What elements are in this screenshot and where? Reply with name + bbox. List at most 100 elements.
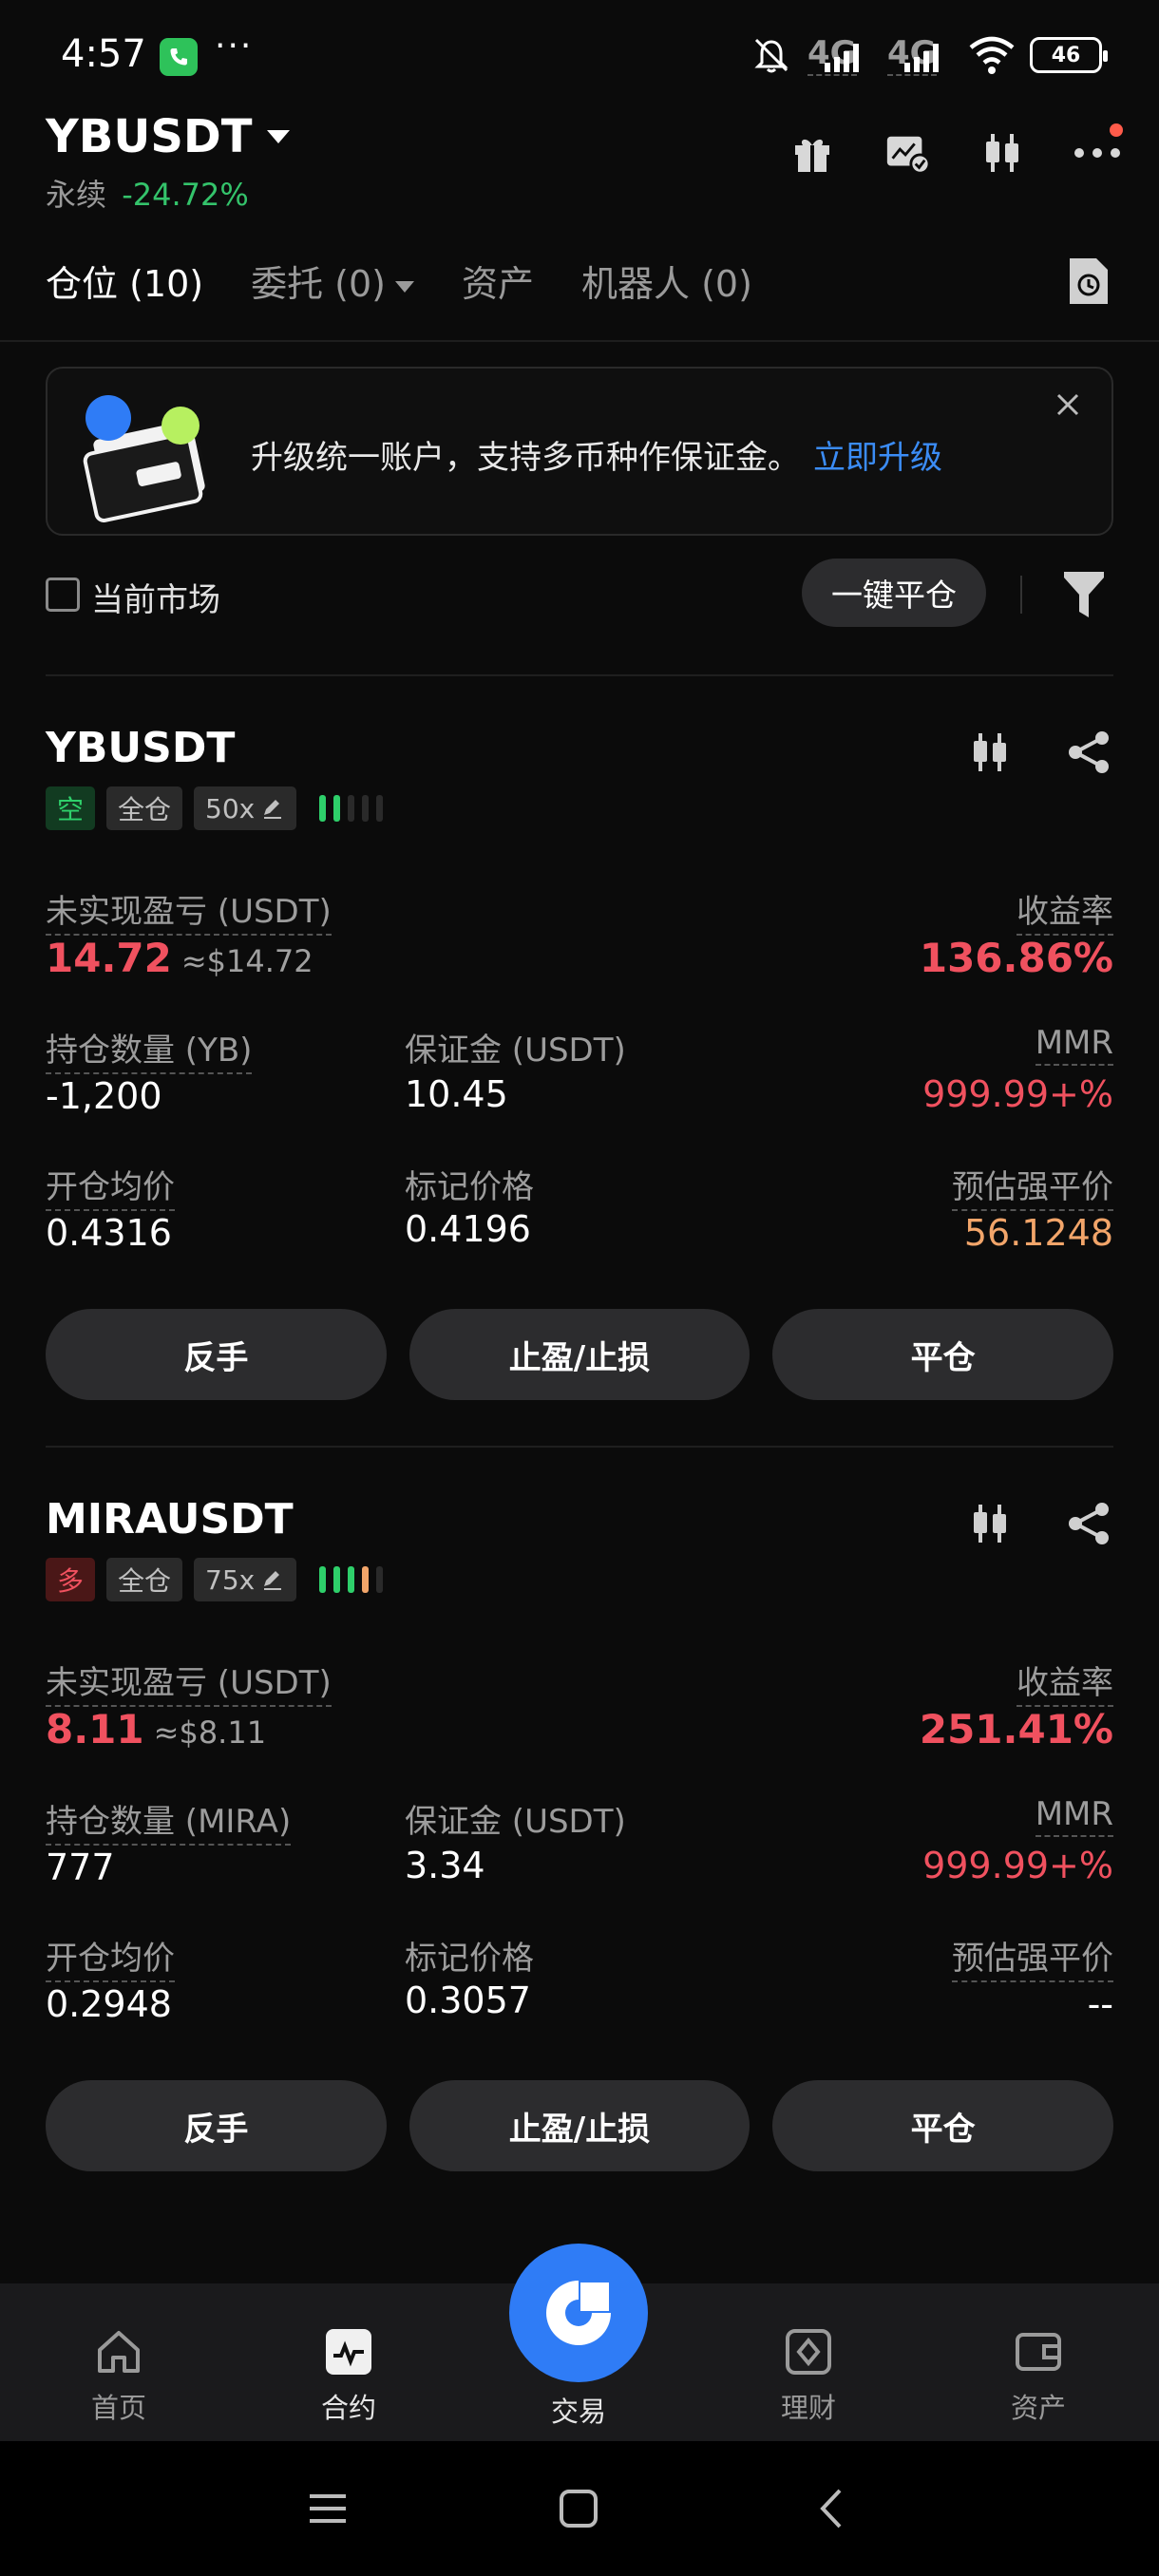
divider <box>46 674 1113 676</box>
mark-price-value: 0.3057 <box>405 1979 531 2021</box>
home-square-icon[interactable] <box>555 2485 602 2532</box>
leverage-value: 75x <box>205 1563 256 1596</box>
wallet-icon <box>1016 2333 1061 2371</box>
quantity-label: 持仓数量 (MIRA) <box>46 1795 292 1846</box>
history-doc-icon[interactable] <box>1066 255 1113 308</box>
position-symbol[interactable]: MIRAUSDT <box>46 1495 294 1544</box>
mmr-value: 999.99+% <box>922 1845 1113 1886</box>
tp-sl-button[interactable]: 止盈/止损 <box>408 2080 750 2171</box>
mark-price-label: 标记价格 <box>405 1940 534 1978</box>
current-market-checkbox[interactable] <box>46 578 80 612</box>
earn-icon <box>786 2329 831 2375</box>
risk-level-indicator <box>319 1566 384 1593</box>
pnl-value: 14.72 <box>46 935 172 981</box>
more-icon[interactable] <box>1074 123 1123 177</box>
wifi-icon <box>967 34 1016 76</box>
margin-label: 保证金 (USDT) <box>405 1803 626 1841</box>
chevron-down-icon <box>267 130 291 143</box>
nav-futures[interactable]: 合约 <box>287 2327 410 2426</box>
symbol-selector[interactable]: YBUSDT <box>46 110 291 163</box>
pnl-usd: ≈$14.72 <box>180 943 314 979</box>
reverse-button[interactable]: 反手 <box>46 2080 387 2171</box>
position-tabs: 仓位 (10) 委托 (0) 资产 机器人 (0) <box>46 255 752 307</box>
roe-label: 收益率 <box>1016 885 1113 936</box>
divider <box>46 1446 1113 1448</box>
mark-price-label: 标记价格 <box>405 1168 534 1206</box>
chevron-down-icon <box>395 280 415 293</box>
quantity-label: 持仓数量 (YB) <box>46 1024 253 1074</box>
tab-orders[interactable]: 委托 (0) <box>251 255 415 307</box>
margin-value: 10.45 <box>405 1073 508 1115</box>
mark-price-value: 0.4196 <box>405 1208 531 1250</box>
roe-value: 251.41% <box>919 1706 1113 1752</box>
upgrade-banner[interactable]: 升级统一账户，支持多币种作保证金。 立即升级 <box>46 367 1113 536</box>
position-symbol[interactable]: YBUSDT <box>46 724 235 772</box>
trade-fab-button[interactable] <box>509 2244 648 2382</box>
status-more-dots: ··· <box>215 27 254 66</box>
share-icon[interactable] <box>1066 1501 1113 1548</box>
nav-label: 合约 <box>320 2392 376 2424</box>
margin-value: 3.34 <box>405 1845 485 1886</box>
close-position-button[interactable]: 平仓 <box>772 1309 1114 1400</box>
banner-text: 升级统一账户，支持多币种作保证金。 <box>251 439 800 477</box>
filter-icon[interactable] <box>1062 570 1110 619</box>
pnl-label: 未实现盈亏 (USDT) <box>46 885 332 936</box>
leverage-value: 50x <box>205 792 256 824</box>
position-card: YBUSDT 空 全仓 50x 未实现盈亏 (USDT) 14.72 ≈$14.7… <box>46 724 1114 1408</box>
status-time: 4:57 <box>61 32 146 76</box>
liq-price-value: -- <box>1087 1983 1113 2025</box>
symbol-title: YBUSDT <box>46 110 253 163</box>
mute-icon <box>749 34 794 76</box>
divider <box>0 340 1159 342</box>
phone-call-icon <box>160 38 198 76</box>
side-badge: 空 <box>46 786 96 830</box>
nav-label: 资产 <box>1010 2392 1066 2424</box>
current-market-label: 当前市场 <box>91 581 220 619</box>
candlestick-icon[interactable] <box>978 129 1026 177</box>
nav-earn[interactable]: 理财 <box>747 2327 870 2426</box>
pnl-value: 8.11 <box>46 1706 144 1752</box>
signal-icon: 4G <box>887 34 954 76</box>
menu-icon[interactable] <box>304 2485 352 2532</box>
close-icon[interactable] <box>1051 388 1085 422</box>
nav-label: 理财 <box>780 2392 836 2424</box>
leverage-button[interactable]: 50x <box>194 786 297 830</box>
status-bar: 4:57 ··· 4G 4G 46 <box>0 0 1159 114</box>
mmr-label: MMR <box>1035 1795 1113 1837</box>
symbol-subtitle: 永续 -24.72% <box>46 171 249 215</box>
price-change: -24.72% <box>122 177 249 213</box>
liq-price-label: 预估强平价 <box>952 1161 1113 1211</box>
system-nav-bar <box>0 2441 1159 2576</box>
nav-trade-label: 交易 <box>550 2396 606 2428</box>
gift-icon[interactable] <box>788 129 836 177</box>
tab-assets[interactable]: 资产 <box>462 255 534 307</box>
nav-label: 首页 <box>90 2392 146 2424</box>
roe-label: 收益率 <box>1016 1657 1113 1707</box>
back-icon[interactable] <box>809 2485 857 2532</box>
candlestick-icon[interactable] <box>967 729 1015 777</box>
share-icon[interactable] <box>1066 729 1113 777</box>
tab-bots[interactable]: 机器人 (0) <box>581 255 752 307</box>
risk-level-indicator <box>319 795 384 822</box>
tp-sl-button[interactable]: 止盈/止损 <box>408 1309 750 1400</box>
reverse-button[interactable]: 反手 <box>46 1309 387 1400</box>
candlestick-icon[interactable] <box>967 1501 1015 1548</box>
nav-home[interactable]: 首页 <box>57 2327 180 2426</box>
upgrade-link[interactable]: 立即升级 <box>813 439 942 477</box>
close-position-button[interactable]: 平仓 <box>772 2080 1114 2171</box>
close-all-button[interactable]: 一键平仓 <box>802 559 986 627</box>
quantity-value: -1,200 <box>46 1075 162 1117</box>
trade-fab-icon <box>546 2281 611 2345</box>
position-card: MIRAUSDT 多 全仓 75x 未实现盈亏 (USDT) 8.11 ≈$8.1… <box>46 1495 1114 2179</box>
tab-positions[interactable]: 仓位 (10) <box>46 255 203 307</box>
chart-check-icon[interactable] <box>884 129 931 177</box>
contract-type: 永续 <box>46 177 107 213</box>
leverage-button[interactable]: 75x <box>194 1558 297 1601</box>
liq-price-value: 56.1248 <box>963 1212 1113 1254</box>
quantity-value: 777 <box>46 1847 115 1888</box>
entry-price-label: 开仓均价 <box>46 1932 175 1982</box>
notification-dot <box>1110 123 1123 137</box>
nav-assets[interactable]: 资产 <box>977 2327 1100 2426</box>
pnl-usd: ≈$8.11 <box>153 1714 267 1751</box>
edit-icon <box>264 800 282 819</box>
